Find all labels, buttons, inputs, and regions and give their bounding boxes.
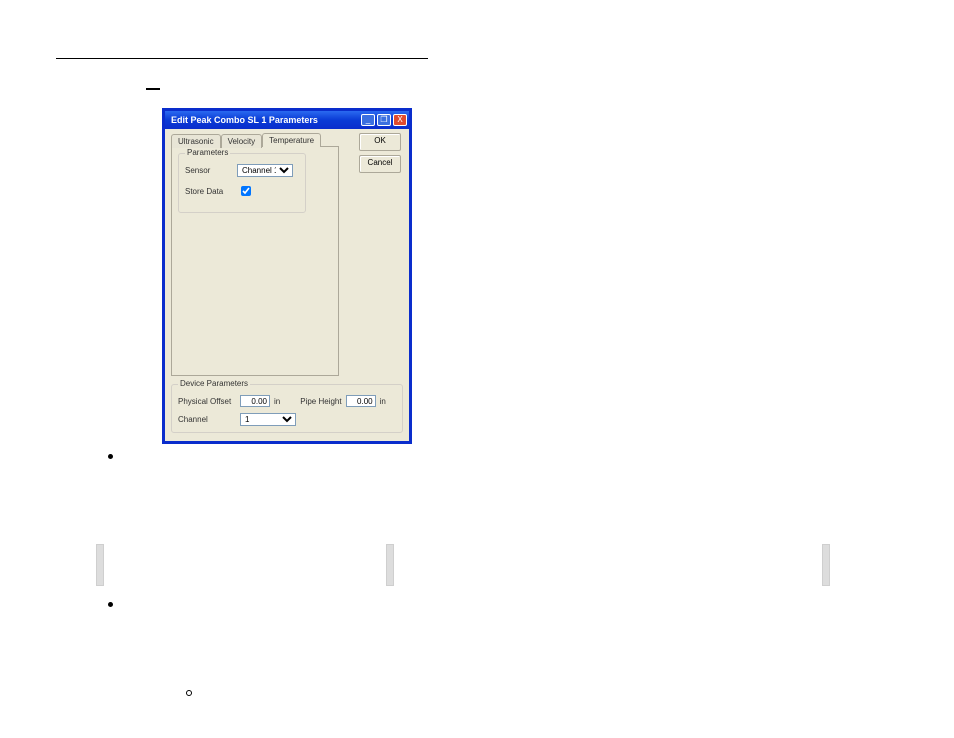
device-row-2: Channel 1 — [178, 413, 396, 426]
pipe-height-input[interactable] — [346, 395, 376, 407]
window-title: Edit Peak Combo SL 1 Parameters — [171, 115, 359, 125]
parameters-legend: Parameters — [185, 148, 230, 157]
margin-marker — [386, 544, 394, 586]
bullet-dot — [108, 454, 113, 459]
physical-offset-unit: in — [274, 397, 280, 406]
store-data-checkbox[interactable] — [241, 186, 251, 196]
titlebar[interactable]: Edit Peak Combo SL 1 Parameters _ ❐ X — [165, 111, 409, 129]
dialog-client-area: OK Cancel Ultrasonic Velocity Temperatur… — [165, 129, 409, 441]
dash-mark — [146, 88, 160, 90]
physical-offset-input[interactable] — [240, 395, 270, 407]
bullet-dot — [108, 602, 113, 607]
pipe-height-unit: in — [380, 397, 386, 406]
cancel-button[interactable]: Cancel — [359, 155, 401, 173]
tab-ultrasonic[interactable]: Ultrasonic — [171, 134, 221, 148]
sensor-label: Sensor — [185, 166, 231, 175]
close-icon[interactable]: X — [393, 114, 407, 126]
parameters-group: Parameters Sensor Channel 1 Store Data — [178, 153, 306, 213]
tab-velocity[interactable]: Velocity — [221, 134, 263, 148]
physical-offset-label: Physical Offset — [178, 397, 236, 406]
maximize-icon[interactable]: ❐ — [377, 114, 391, 126]
channel-select[interactable]: 1 — [240, 413, 296, 426]
margin-marker — [96, 544, 104, 586]
device-row-1: Physical Offset in Pipe Height in — [178, 395, 396, 407]
device-parameters-legend: Device Parameters — [178, 379, 250, 388]
dialog-window: Edit Peak Combo SL 1 Parameters _ ❐ X OK… — [162, 108, 412, 444]
store-data-label: Store Data — [185, 187, 231, 196]
store-data-row: Store Data — [185, 183, 299, 199]
tab-panel-temperature: Parameters Sensor Channel 1 Store Data — [171, 146, 339, 376]
channel-label: Channel — [178, 415, 236, 424]
dialog-button-column: OK Cancel — [359, 133, 401, 173]
tab-temperature[interactable]: Temperature — [262, 133, 321, 147]
bullet-circle — [186, 690, 192, 696]
margin-marker — [822, 544, 830, 586]
sensor-select[interactable]: Channel 1 — [237, 164, 293, 177]
minimize-icon[interactable]: _ — [361, 114, 375, 126]
sensor-row: Sensor Channel 1 — [185, 164, 299, 177]
pipe-height-label: Pipe Height — [300, 397, 341, 406]
device-parameters-group: Device Parameters Physical Offset in Pip… — [171, 384, 403, 433]
page-divider — [56, 58, 428, 59]
ok-button[interactable]: OK — [359, 133, 401, 151]
